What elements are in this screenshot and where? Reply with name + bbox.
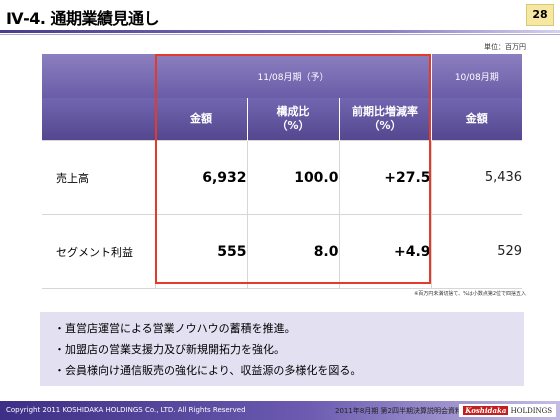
footer: Copyright 2011 KOSHIDAKA HOLDINGS Co., L… [0,401,560,420]
cell-composition: 100.0 [246,140,339,215]
strategy-bullet: 加盟店の営業支援力及び新規開拓力を強化。 [54,339,510,360]
row-label: セグメント利益 [42,214,155,289]
rounding-note: ※百万円未満切捨て、%は小数点第2位で四捨五入 [414,291,526,297]
strategy-bullet: 会員様向け通信販売の強化により、収益源の多様化を図る。 [54,360,510,381]
unit-label: 単位：百万円 [484,43,526,51]
column-amount: 金額 [154,98,247,141]
title-bar: Ⅳ-4. 通期業績見通し 28 [0,0,560,30]
document-name: 2011年8月期 第2四半期決算説明会資料 [335,407,462,415]
logo-brand: Koshidaka [463,406,509,415]
cell-yoy: +27.5 [338,140,432,215]
copyright-text: Copyright 2011 KOSHIDAKA HOLDINGS Co., L… [6,406,246,414]
cell-prev-amount: 5,436 [430,140,523,215]
cell-yoy: +4.9 [338,214,432,289]
row-label: 売上高 [42,140,155,215]
header-corner [42,54,155,98]
logo-suffix: HOLDINGS [510,407,552,415]
cell-prev-amount: 529 [430,214,523,289]
strategy-box: 直営店運営による営業ノウハウの蓄積を推進。 加盟店の営業支援力及び新規開拓力を強… [40,312,524,386]
column-composition: 構成比 （%） [246,98,339,141]
cell-amount: 555 [154,214,247,289]
page-number: 28 [526,4,554,26]
forecast-table: 11/08月期（予） 10/08月期 金額 構成比 （%） 前期比増減率 （%）… [42,54,523,289]
cell-composition: 8.0 [246,214,339,289]
previous-period-header: 10/08月期 [430,54,523,98]
table-period-header: 11/08月期（予） 10/08月期 [42,54,523,98]
column-yoy: 前期比増減率 （%） [338,98,432,141]
current-period-header: 11/08月期（予） [154,54,432,98]
title-underline-thin [0,34,560,35]
cell-amount: 6,932 [154,140,247,215]
page-title: Ⅳ-4. 通期業績見通し [6,9,160,28]
title-underline [0,30,560,33]
column-prev-amount: 金額 [430,98,523,141]
table-column-header: 金額 構成比 （%） 前期比増減率 （%） 金額 [42,98,523,141]
company-logo: Koshidaka HOLDINGS [459,404,556,417]
strategy-bullet: 直営店運営による営業ノウハウの蓄積を推進。 [54,318,510,339]
header-corner-lower [42,98,155,141]
table-row-segment-profit: セグメント利益 555 8.0 +4.9 529 [42,214,523,289]
table-row-sales: 売上高 6,932 100.0 +27.5 5,436 [42,140,523,215]
